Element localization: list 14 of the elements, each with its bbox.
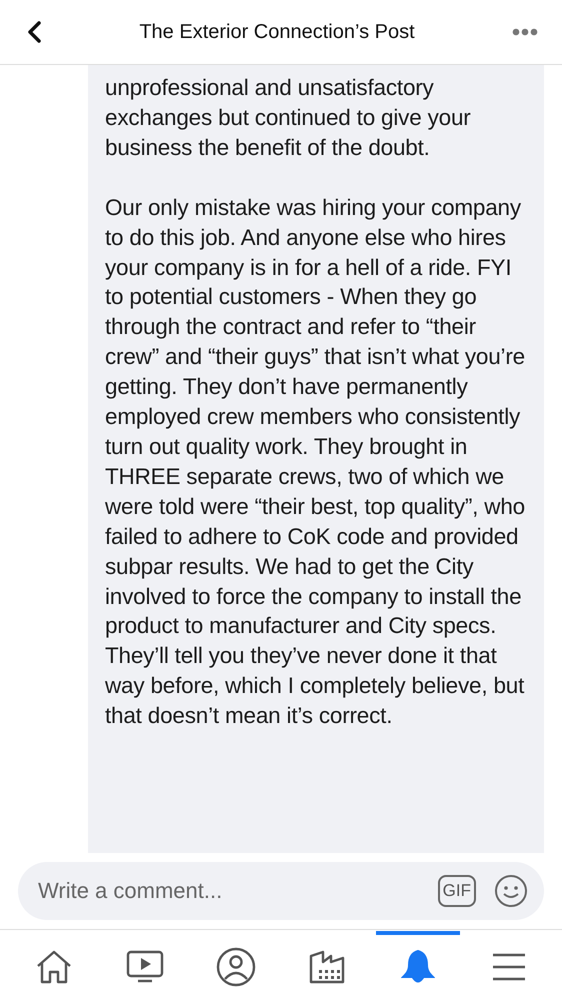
buildings-icon bbox=[308, 950, 344, 984]
comment-paragraph: Our only mistake was hiring your company to do this job. And anyone else who hires your company is in for a hell of a ride. FYI to potential customers - When they go through the contract and refer to “their crew” and “their guys” that isn’t what you’re getting. They don’t have permanently employed crew members who consistently turn out quality work. They brought in THREE separate crews, two of which we were told were “their best, top quality”, who failed to adhere to CoK code and provided subpar results. We had to get the City involved to force the company to install the product to manufacturer and City specs. They’ll tell you they’ve never done it that way before, which I completely believe, but that doesn’t mean it’s correct. bbox=[105, 194, 526, 730]
profile-icon bbox=[216, 947, 256, 987]
emoji-icon[interactable] bbox=[494, 874, 528, 908]
home-icon bbox=[34, 949, 72, 985]
more-icon[interactable] bbox=[512, 28, 538, 36]
comment-field[interactable]: Write a comment... GIF bbox=[18, 862, 544, 920]
page-title: The Exterior Connection’s Post bbox=[139, 20, 415, 44]
back-icon[interactable] bbox=[26, 20, 42, 44]
gif-button[interactable]: GIF bbox=[438, 875, 476, 907]
comment-paragraph: unprofessional and unsatisfactory exchanges but continued to give your business the benefit of the doubt. bbox=[105, 74, 472, 162]
bell-icon bbox=[400, 949, 434, 985]
menu-icon bbox=[492, 952, 526, 982]
video-icon bbox=[126, 950, 164, 984]
